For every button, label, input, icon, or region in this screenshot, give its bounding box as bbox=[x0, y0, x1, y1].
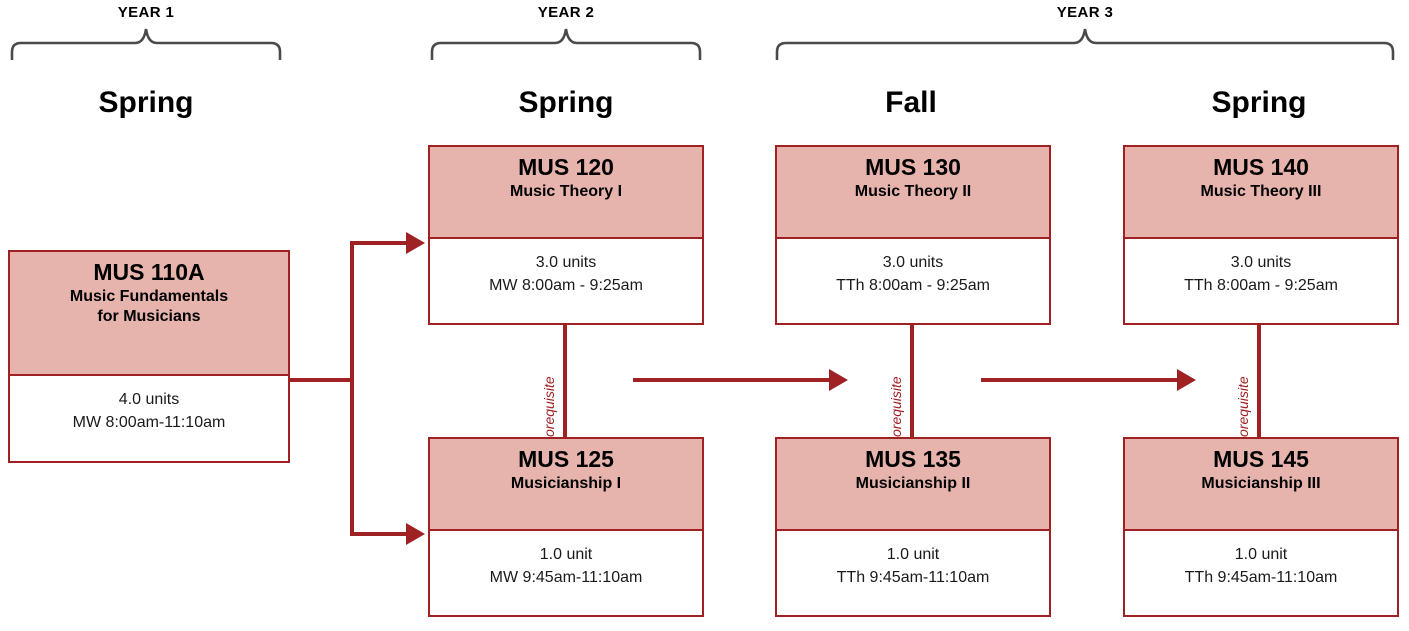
arrowhead-to-year3spring bbox=[1177, 369, 1196, 391]
course-title-mus-140: Music Theory III bbox=[1200, 182, 1322, 200]
course-box-mus-125[interactable]: MUS 125 Musicianship I 1.0 unit MW 9:45a… bbox=[428, 437, 704, 617]
year-2-label: YEAR 2 bbox=[537, 4, 595, 21]
course-body-mus-135: 1.0 unit TTh 9:45am-11:10am bbox=[777, 531, 1049, 589]
course-schedule-mus-120: MW 8:00am - 9:25am bbox=[489, 277, 643, 295]
course-header-mus-135: MUS 135 Musicianship II bbox=[777, 439, 1049, 531]
course-code-mus-135: MUS 135 bbox=[865, 446, 961, 472]
course-body-mus-110a: 4.0 units MW 8:00am-11:10am bbox=[10, 376, 288, 434]
term-label-year2-spring: Spring bbox=[518, 86, 614, 119]
course-box-mus-130[interactable]: MUS 130 Music Theory II 3.0 units TTh 8:… bbox=[775, 145, 1051, 325]
course-units-mus-135: 1.0 unit bbox=[886, 546, 940, 563]
connector-year2-to-year3fall bbox=[633, 378, 831, 382]
corequisite-line-1 bbox=[563, 323, 567, 440]
arrowhead-to-mus120 bbox=[406, 232, 425, 254]
course-box-mus-120[interactable]: MUS 120 Music Theory I 3.0 units MW 8:00… bbox=[428, 145, 704, 325]
term-label-year3-fall: Fall bbox=[885, 86, 937, 119]
course-body-mus-140: 3.0 units TTh 8:00am - 9:25am bbox=[1125, 239, 1397, 297]
connector-110a-to-trunk bbox=[290, 378, 354, 382]
course-code-mus-130: MUS 130 bbox=[865, 154, 961, 180]
course-header-mus-145: MUS 145 Musicianship III bbox=[1125, 439, 1397, 531]
course-code-mus-125: MUS 125 bbox=[518, 446, 614, 472]
course-schedule-mus-130: TTh 8:00am - 9:25am bbox=[836, 277, 990, 295]
course-title-mus-145: Musicianship III bbox=[1201, 474, 1321, 492]
course-schedule-mus-125: MW 9:45am-11:10am bbox=[489, 569, 643, 587]
corequisite-label-2: corequisite bbox=[888, 376, 904, 444]
corequisite-line-2 bbox=[910, 323, 914, 440]
course-code-mus-140: MUS 140 bbox=[1213, 154, 1309, 180]
course-pathway-diagram: YEAR 1 YEAR 2 YEAR 3 Spring Spring Fall … bbox=[0, 0, 1409, 631]
course-box-mus-145[interactable]: MUS 145 Musicianship III 1.0 unit TTh 9:… bbox=[1123, 437, 1399, 617]
year-group-3: YEAR 3 bbox=[775, 4, 1395, 62]
course-body-mus-145: 1.0 unit TTh 9:45am-11:10am bbox=[1125, 531, 1397, 589]
course-schedule-mus-135: TTh 9:45am-11:10am bbox=[836, 569, 990, 587]
course-body-mus-130: 3.0 units TTh 8:00am - 9:25am bbox=[777, 239, 1049, 297]
arrowhead-to-year3fall bbox=[829, 369, 848, 391]
course-body-mus-125: 1.0 unit MW 9:45am-11:10am bbox=[430, 531, 702, 589]
course-schedule-mus-145: TTh 9:45am-11:10am bbox=[1184, 569, 1338, 587]
course-header-mus-125: MUS 125 Musicianship I bbox=[430, 439, 702, 531]
course-title-mus-110a-line2: for Musicians bbox=[97, 307, 201, 325]
course-header-mus-120: MUS 120 Music Theory I bbox=[430, 147, 702, 239]
course-schedule-mus-110a: MW 8:00am-11:10am bbox=[72, 414, 226, 432]
year-group-2: YEAR 2 bbox=[430, 4, 702, 62]
course-code-mus-145: MUS 145 bbox=[1213, 446, 1309, 472]
term-label-year1-spring: Spring bbox=[98, 86, 194, 119]
course-units-mus-130: 3.0 units bbox=[882, 254, 944, 271]
year-group-1: YEAR 1 bbox=[10, 4, 282, 62]
year-1-brace bbox=[10, 26, 282, 60]
course-title-mus-135: Musicianship II bbox=[855, 474, 971, 492]
arrowhead-to-mus125 bbox=[406, 523, 425, 545]
year-1-label: YEAR 1 bbox=[117, 4, 175, 21]
course-header-mus-130: MUS 130 Music Theory II bbox=[777, 147, 1049, 239]
year-3-label: YEAR 3 bbox=[1056, 4, 1114, 21]
connector-year3fall-to-year3spring bbox=[981, 378, 1179, 382]
course-units-mus-140: 3.0 units bbox=[1230, 254, 1292, 271]
course-box-mus-140[interactable]: MUS 140 Music Theory III 3.0 units TTh 8… bbox=[1123, 145, 1399, 325]
course-units-mus-110a: 4.0 units bbox=[118, 391, 180, 408]
course-schedule-mus-140: TTh 8:00am - 9:25am bbox=[1184, 277, 1338, 295]
course-title-mus-130: Music Theory II bbox=[854, 182, 972, 200]
connector-trunk-to-mus125 bbox=[350, 532, 408, 536]
course-body-mus-120: 3.0 units MW 8:00am - 9:25am bbox=[430, 239, 702, 297]
course-title-mus-125: Musicianship I bbox=[510, 474, 622, 492]
course-units-mus-120: 3.0 units bbox=[535, 254, 597, 271]
course-header-mus-110a: MUS 110A Music Fundamentals for Musician… bbox=[10, 252, 288, 376]
corequisite-label-1: corequisite bbox=[541, 376, 557, 444]
course-units-mus-125: 1.0 unit bbox=[539, 546, 593, 563]
course-units-mus-145: 1.0 unit bbox=[1234, 546, 1288, 563]
connector-branch-trunk bbox=[350, 243, 354, 536]
course-box-mus-110a[interactable]: MUS 110A Music Fundamentals for Musician… bbox=[8, 250, 290, 463]
course-box-mus-135[interactable]: MUS 135 Musicianship II 1.0 unit TTh 9:4… bbox=[775, 437, 1051, 617]
course-title-mus-110a-line1: Music Fundamentals bbox=[69, 287, 229, 305]
course-title-mus-120: Music Theory I bbox=[509, 182, 623, 200]
connector-trunk-to-mus120 bbox=[350, 241, 408, 245]
corequisite-line-3 bbox=[1257, 323, 1261, 440]
year-3-brace bbox=[775, 26, 1395, 60]
year-2-brace bbox=[430, 26, 702, 60]
course-header-mus-140: MUS 140 Music Theory III bbox=[1125, 147, 1397, 239]
course-code-mus-110a: MUS 110A bbox=[93, 259, 205, 285]
corequisite-label-3: corequisite bbox=[1235, 376, 1251, 444]
course-code-mus-120: MUS 120 bbox=[518, 154, 614, 180]
term-label-year3-spring: Spring bbox=[1211, 86, 1307, 119]
